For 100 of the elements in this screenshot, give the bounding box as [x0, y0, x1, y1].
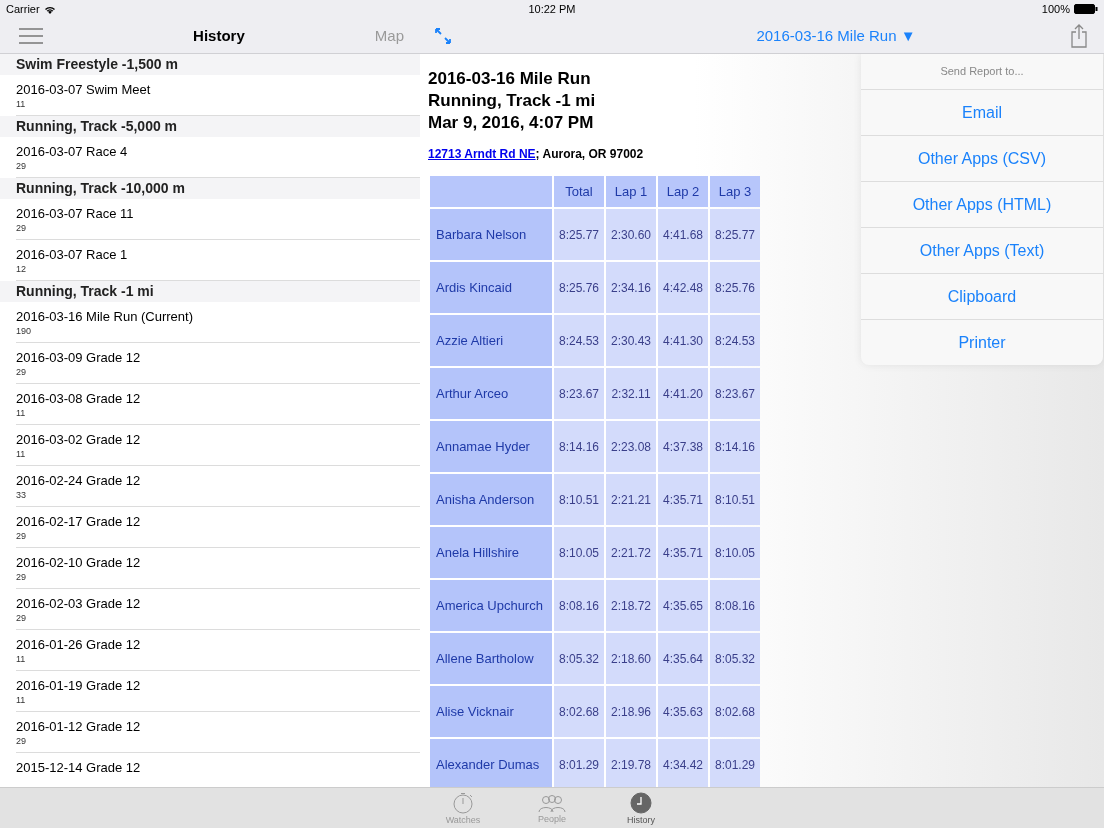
history-item-title[interactable]: 2015-12-14 Grade 12 — [16, 760, 141, 775]
time-cell: 4:41.68 — [658, 209, 708, 260]
menu-icon[interactable] — [19, 27, 43, 44]
section-header: Running, Track -5,000 m — [0, 116, 420, 137]
time-cell: 2:18.96 — [606, 686, 656, 737]
history-item-title[interactable]: 2016-02-24 Grade 12 — [16, 473, 141, 488]
share-icon[interactable] — [1070, 23, 1088, 48]
column-header: Lap 3 — [710, 176, 760, 207]
time-cell: 8:08.16 — [554, 580, 604, 631]
stopwatch-icon — [452, 791, 474, 814]
time-cell: 4:35.65 — [658, 580, 708, 631]
history-item-title[interactable]: 2016-02-17 Grade 12 — [16, 514, 141, 529]
carrier-label: Carrier — [6, 3, 40, 15]
share-option[interactable]: Email — [861, 90, 1103, 136]
battery-label: 100% — [1041, 3, 1070, 15]
time-cell: 2:21.21 — [606, 474, 656, 525]
history-item-title[interactable]: 2016-03-09 Grade 12 — [16, 350, 141, 365]
time-cell: 8:23.67 — [554, 368, 604, 419]
time-cell: 8:10.51 — [554, 474, 604, 525]
share-option[interactable]: Other Apps (Text) — [861, 228, 1103, 274]
item-count: 190 — [16, 326, 32, 336]
address-link[interactable]: 12713 Arndt Rd NE — [428, 147, 536, 161]
item-count: 29 — [16, 613, 26, 623]
time-cell: 2:30.60 — [606, 209, 656, 260]
time-cell: 4:41.20 — [658, 368, 708, 419]
time-cell: 8:02.68 — [554, 686, 604, 737]
time-cell: 4:34.42 — [658, 739, 708, 787]
share-option[interactable]: Printer — [861, 320, 1103, 365]
section-header: Running, Track -10,000 m — [0, 178, 420, 199]
battery-icon — [1074, 4, 1098, 14]
time-cell: 2:19.78 — [606, 739, 656, 787]
history-item-title[interactable]: 2016-02-10 Grade 12 — [16, 555, 141, 570]
history-item-title[interactable]: 2016-02-03 Grade 12 — [16, 596, 141, 611]
column-header: Total — [554, 176, 604, 207]
history-item-title[interactable]: 2016-01-19 Grade 12 — [16, 678, 141, 693]
name-cell: Allene Bartholow — [430, 633, 552, 684]
history-item-title[interactable]: 2016-03-16 Mile Run (Current) — [16, 309, 194, 324]
time-cell: 8:25.77 — [554, 209, 604, 260]
share-option[interactable]: Other Apps (CSV) — [861, 136, 1103, 182]
history-item-title[interactable]: 2016-03-07 Race 1 — [16, 247, 128, 262]
name-cell: Azzie Altieri — [430, 315, 552, 366]
status-time: 10:22 PM — [527, 3, 577, 15]
item-count: 11 — [16, 654, 26, 664]
expand-icon[interactable] — [434, 26, 452, 45]
time-cell: 8:24.53 — [710, 315, 760, 366]
clock-icon — [630, 791, 652, 814]
tab[interactable]: History — [615, 788, 667, 828]
section-header: Swim Freestyle -1,500 m — [0, 54, 420, 75]
time-cell: 8:10.05 — [710, 527, 760, 578]
item-count: 11 — [16, 408, 26, 418]
history-item-title[interactable]: 2016-03-07 Race 4 — [16, 144, 128, 159]
column-header: Lap 1 — [606, 176, 656, 207]
history-item-title[interactable]: 2016-03-08 Grade 12 — [16, 391, 141, 406]
time-cell: 8:10.05 — [554, 527, 604, 578]
share-option[interactable]: Other Apps (HTML) — [861, 182, 1103, 228]
time-cell: 8:25.77 — [710, 209, 760, 260]
item-count: 29 — [16, 161, 26, 171]
name-cell: Arthur Arceo — [430, 368, 552, 419]
name-cell: America Upchurch — [430, 580, 552, 631]
item-count: 33 — [16, 490, 26, 500]
time-cell: 2:30.43 — [606, 315, 656, 366]
report-heading: 2016-03-16 Mile Run Running, Track -1 mi Mar 9, 2016, 4:07 PM — [428, 68, 596, 134]
item-count: 11 — [16, 695, 26, 705]
time-cell: 2:18.60 — [606, 633, 656, 684]
time-cell: 2:21.72 — [606, 527, 656, 578]
history-item-title[interactable]: 2016-03-07 Race 11 — [16, 206, 134, 221]
popover-title: Send Report to... — [861, 54, 1103, 90]
item-count: 11 — [16, 449, 26, 459]
name-cell: Alise Vicknair — [430, 686, 552, 737]
time-cell: 4:37.38 — [658, 421, 708, 472]
item-count: 29 — [16, 531, 26, 541]
item-count: 29 — [16, 223, 26, 233]
time-cell: 8:05.32 — [710, 633, 760, 684]
history-item-title[interactable]: 2016-01-26 Grade 12 — [16, 637, 141, 652]
time-cell: 8:23.67 — [710, 368, 760, 419]
name-cell: Annamae Hyder — [430, 421, 552, 472]
history-item-title[interactable]: 2016-03-02 Grade 12 — [16, 432, 141, 447]
name-cell: Anela Hillshire — [430, 527, 552, 578]
name-cell: Anisha Anderson — [430, 474, 552, 525]
share-option[interactable]: Clipboard — [861, 274, 1103, 320]
time-cell: 8:14.16 — [710, 421, 760, 472]
history-item-title[interactable]: 2016-03-07 Swim Meet — [16, 82, 151, 97]
wifi-icon — [43, 4, 56, 14]
column-header: Lap 2 — [658, 176, 708, 207]
address-text: ; Aurora, OR 97002 — [535, 147, 644, 161]
name-cell: Ardis Kincaid — [430, 262, 552, 313]
item-count: 12 — [16, 264, 26, 274]
item-count: 11 — [16, 99, 26, 109]
time-cell: 8:01.29 — [710, 739, 760, 787]
time-cell: 8:08.16 — [710, 580, 760, 631]
time-cell: 8:10.51 — [710, 474, 760, 525]
name-cell: Alexander Dumas — [430, 739, 552, 787]
time-cell: 8:02.68 — [710, 686, 760, 737]
time-cell: 4:35.71 — [658, 527, 708, 578]
time-cell: 8:25.76 — [554, 262, 604, 313]
item-count: 29 — [16, 736, 26, 746]
item-count: 29 — [16, 572, 26, 582]
time-cell: 2:23.08 — [606, 421, 656, 472]
history-item-title[interactable]: 2016-01-12 Grade 12 — [16, 719, 141, 734]
time-cell: 8:24.53 — [554, 315, 604, 366]
